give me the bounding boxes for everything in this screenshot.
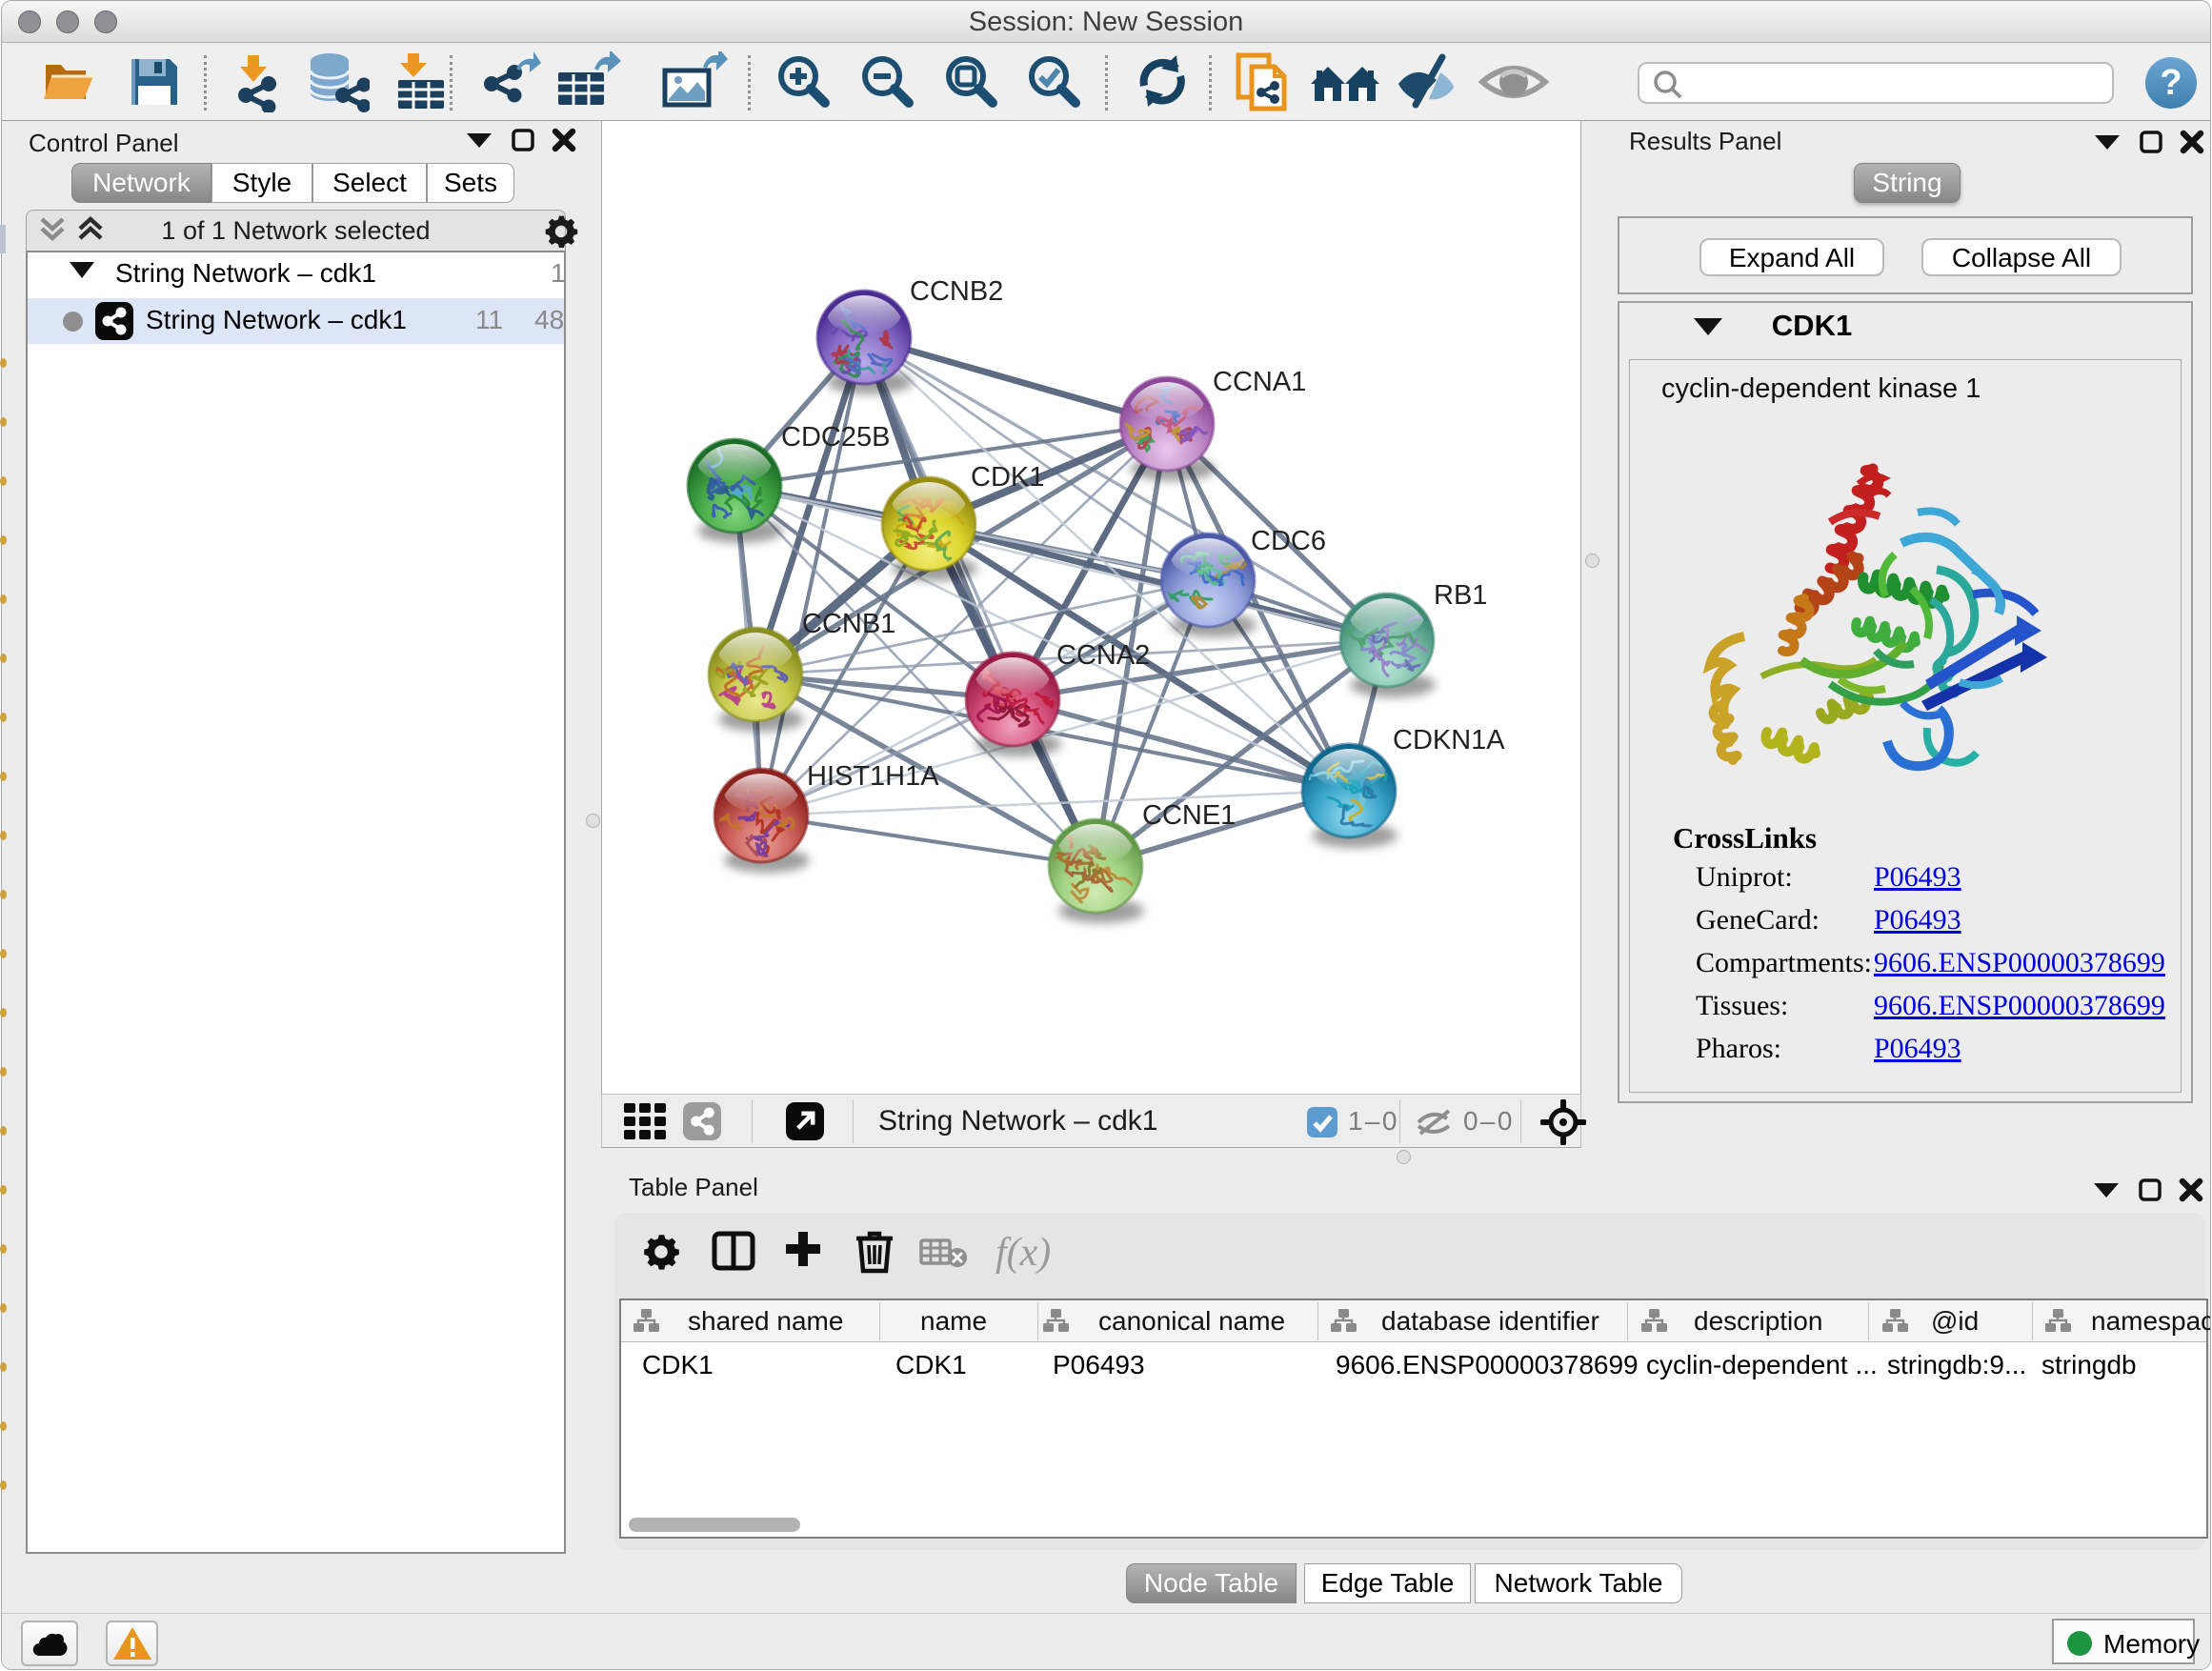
svg-text:CCNB1: CCNB1 <box>802 609 895 639</box>
svg-text:CCNA2: CCNA2 <box>1056 640 1150 671</box>
svg-text:CDC25B: CDC25B <box>781 422 890 453</box>
svg-text:CCNE1: CCNE1 <box>1142 800 1236 831</box>
svg-text:CCNA1: CCNA1 <box>1213 367 1306 397</box>
svg-text:CCNB2: CCNB2 <box>910 276 1003 307</box>
svg-text:HIST1H1A: HIST1H1A <box>807 761 939 792</box>
svg-text:CDC6: CDC6 <box>1251 526 1326 556</box>
svg-text:CDKN1A: CDKN1A <box>1393 725 1505 755</box>
svg-text:CDK1: CDK1 <box>971 462 1044 493</box>
svg-text:RB1: RB1 <box>1434 580 1487 611</box>
